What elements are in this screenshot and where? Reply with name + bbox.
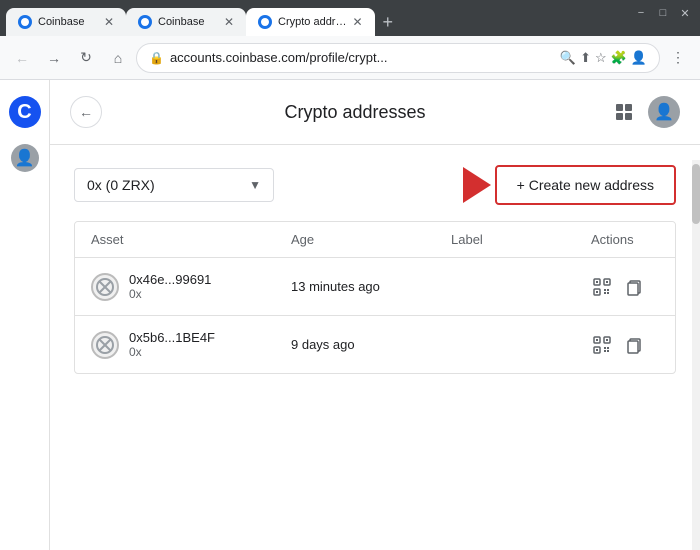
page-back-button[interactable]: ← [70,96,102,128]
bookmark-icon[interactable]: ☆ [595,50,607,66]
address-bar-icons: 🔍 ⬆ ☆ 🧩 👤 [560,50,647,66]
content-area: 0x (0 ZRX) ▼ + Create new address [50,145,700,394]
forward-button[interactable]: → [40,44,68,72]
page-title: Crypto addresses [102,102,608,123]
copy-button-2[interactable] [623,334,645,356]
header-age: Age [291,232,451,247]
share-icon[interactable]: ⬆ [580,50,591,66]
create-button-container: + Create new address [495,165,676,205]
browser-tab-2[interactable]: Coinbase ✕ [126,8,246,36]
age-cell-1: 13 minutes ago [291,279,451,294]
header-actions: 👤 [608,96,680,128]
search-icon[interactable]: 🔍 [560,50,576,66]
coinbase-logo[interactable]: C [9,96,41,128]
tab-close-1[interactable]: ✕ [104,15,114,29]
address-bar[interactable]: 🔒 accounts.coinbase.com/profile/crypt...… [136,43,660,73]
scrollbar[interactable] [692,160,700,550]
asset-dropdown[interactable]: 0x (0 ZRX) ▼ [74,168,274,202]
sidebar: C 👤 [0,80,50,550]
asset-icon-2 [91,331,119,359]
scroll-thumb[interactable] [692,164,700,224]
tab-label-1: Coinbase [38,16,98,28]
addresses-table: Asset Age Label Actions [74,221,676,374]
header-actions: Actions [591,232,676,247]
tab-label-3: Crypto addr… [278,16,346,28]
refresh-button[interactable]: ↻ [72,44,100,72]
header-label: Label [451,232,591,247]
asset-info-1: 0x46e...99691 0x [129,272,211,301]
actions-cell-2 [591,334,676,356]
copy-button-1[interactable] [623,276,645,298]
dropdown-value: 0x (0 ZRX) [87,177,249,193]
asset-cell-2: 0x5b6...1BE4F 0x [91,330,291,359]
header-asset: Asset [91,232,291,247]
url-text: accounts.coinbase.com/profile/crypt... [170,50,554,65]
controls-row: 0x (0 ZRX) ▼ + Create new address [74,165,676,205]
asset-info-2: 0x5b6...1BE4F 0x [129,330,215,359]
create-new-address-button[interactable]: + Create new address [495,165,676,205]
tab-favicon-1 [18,15,32,29]
tab-favicon-3 [258,15,272,29]
create-button-label: + Create new address [517,177,654,193]
tab-close-3[interactable]: ✕ [352,15,362,29]
extensions-button[interactable]: ⋮ [664,44,692,72]
asset-cell-1: 0x46e...99691 0x [91,272,291,301]
arrow-indicator [463,167,491,203]
close-window-button[interactable]: ✕ [678,6,692,20]
sidebar-user-icon[interactable]: 👤 [11,144,39,172]
asset-sub-2: 0x [129,345,215,359]
table-row: 0x46e...99691 0x 13 minutes ago [75,258,675,316]
address-2: 0x5b6...1BE4F [129,330,215,345]
browser-tab-1[interactable]: Coinbase ✕ [6,8,126,36]
page-header: ← Crypto addresses 👤 [50,80,700,145]
window-controls: − □ ✕ [634,6,692,20]
browser-tab-3[interactable]: Crypto addr… ✕ [246,8,375,36]
table-row: 0x5b6...1BE4F 0x 9 days ago [75,316,675,373]
red-arrow-icon [463,167,491,203]
qr-code-button-2[interactable] [591,334,613,356]
user-avatar[interactable]: 👤 [648,96,680,128]
asset-sub-1: 0x [129,287,211,301]
home-button[interactable]: ⌂ [104,44,132,72]
minimize-button[interactable]: − [634,6,648,20]
navigation-bar: ← → ↻ ⌂ 🔒 accounts.coinbase.com/profile/… [0,36,700,80]
address-1: 0x46e...99691 [129,272,211,287]
tab-label-2: Coinbase [158,16,218,28]
maximize-button[interactable]: □ [656,6,670,20]
extension-icon[interactable]: 🧩 [611,50,627,66]
browser-menu-icons: ⋮ [664,44,692,72]
chevron-down-icon: ▼ [249,178,261,192]
table-header: Asset Age Label Actions [75,222,675,258]
grid-view-button[interactable] [608,96,640,128]
tab-favicon-2 [138,15,152,29]
qr-code-button-1[interactable] [591,276,613,298]
main-content: ← Crypto addresses 👤 [50,80,700,550]
tab-close-2[interactable]: ✕ [224,15,234,29]
profile-icon[interactable]: 👤 [631,50,647,66]
new-tab-button[interactable]: + [375,8,402,36]
back-button[interactable]: ← [8,44,36,72]
asset-icon-1 [91,273,119,301]
age-cell-2: 9 days ago [291,337,451,352]
actions-cell-1 [591,276,676,298]
